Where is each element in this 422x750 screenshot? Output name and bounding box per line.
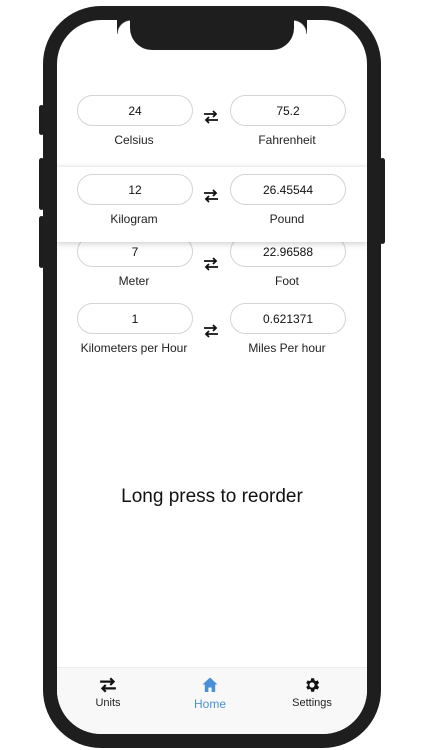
tab-settings-label: Settings [292,697,332,709]
unit-label-kmh: Kilometers per Hour [80,341,188,355]
swap-icon[interactable] [203,109,219,125]
pound-input[interactable]: 26.45544 [230,174,346,205]
swap-icon [100,677,116,693]
swap-icon[interactable] [203,323,219,339]
phone-frame: 24 75.2 Celsius Fahrenheit 12 26.45544 K… [43,6,381,748]
conversion-row-weight[interactable]: 12 26.45544 Kilogram Pound [57,167,367,242]
conversion-row-speed[interactable]: 1 0.621371 Kilometers per Hour Miles Per… [57,303,367,367]
kilogram-input[interactable]: 12 [77,174,193,205]
unit-label-kilogram: Kilogram [110,212,158,226]
mph-input[interactable]: 0.621371 [230,303,346,334]
conversion-row-temperature[interactable]: 24 75.2 Celsius Fahrenheit [57,95,367,159]
swap-icon[interactable] [203,256,219,272]
fahrenheit-input[interactable]: 75.2 [230,95,346,126]
tab-units-label: Units [95,697,121,709]
unit-label-foot: Foot [274,274,299,288]
unit-label-meter: Meter [118,274,150,288]
tab-settings[interactable]: Settings [267,676,357,709]
notch [130,20,307,50]
kmh-input[interactable]: 1 [77,303,193,334]
reorder-hint: Long press to reorder [121,486,303,507]
tab-units[interactable]: Units [63,676,153,709]
home-icon [202,677,218,692]
unit-label-celsius: Celsius [114,133,154,147]
tab-home-label: Home [193,697,226,711]
bottom-nav: Units Home Settings [57,667,367,734]
app-screen: 24 75.2 Celsius Fahrenheit 12 26.45544 K… [57,20,367,734]
swap-icon[interactable] [203,188,219,204]
unit-label-mph: Miles Per hour [248,341,326,355]
celsius-input[interactable]: 24 [77,95,193,126]
tab-home[interactable]: Home [165,676,255,711]
unit-label-fahrenheit: Fahrenheit [258,133,316,147]
conversion-row-length[interactable]: 7 22.96588 Meter Foot [57,236,367,300]
unit-label-pound: Pound [269,212,305,226]
gear-icon [306,678,320,692]
